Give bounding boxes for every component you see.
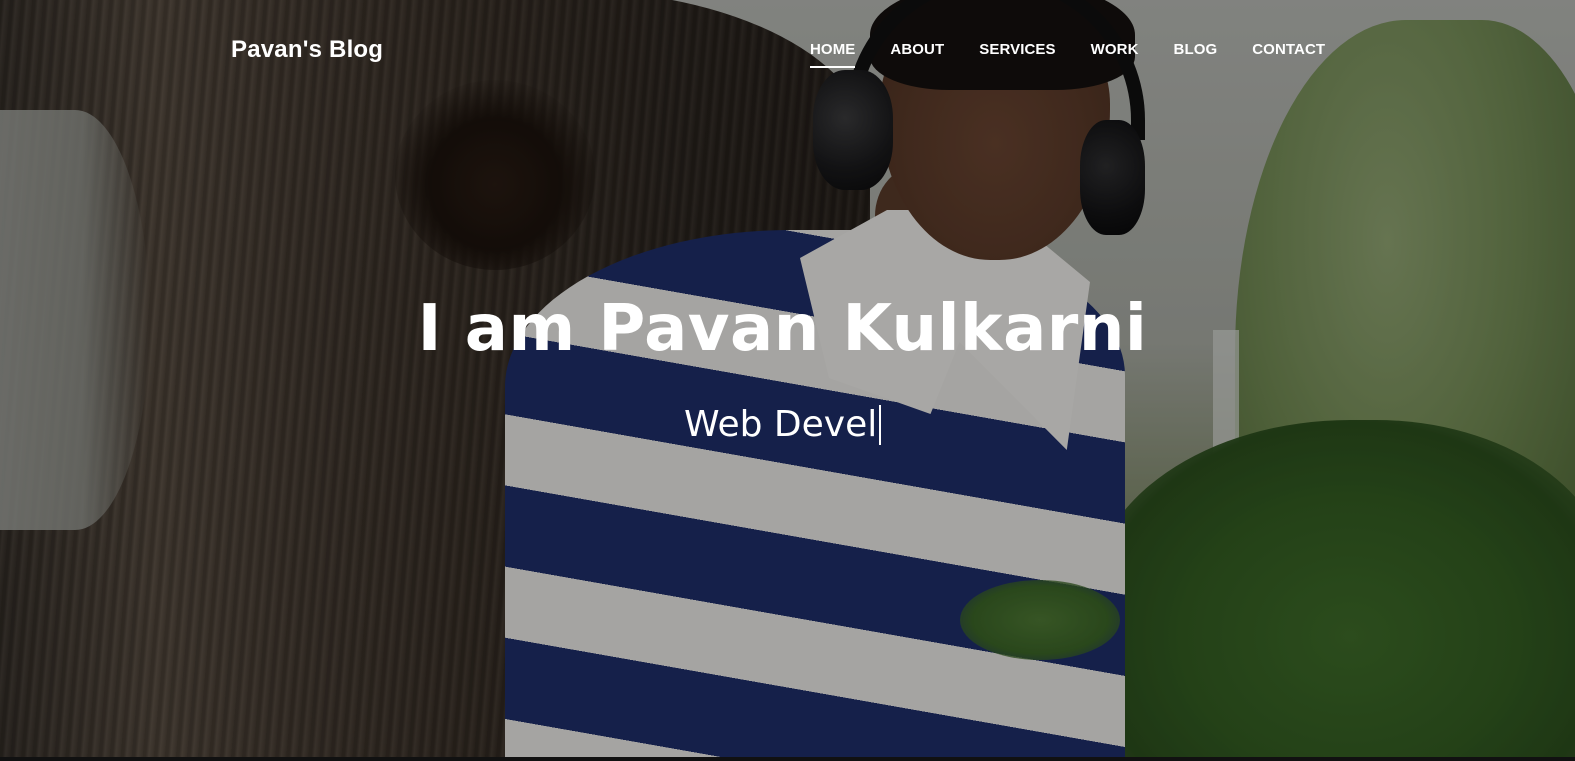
- hero-section: Pavan's Blog HOME ABOUT SERVICES WORK BL…: [0, 0, 1575, 761]
- site-logo[interactable]: Pavan's Blog: [231, 36, 383, 64]
- dark-overlay: [0, 0, 1575, 761]
- nav-item-contact[interactable]: CONTACT: [1252, 41, 1325, 68]
- bottom-border: [0, 757, 1575, 761]
- main-nav: HOME ABOUT SERVICES WORK BLOG CONTACT: [810, 41, 1325, 68]
- nav-item-work[interactable]: WORK: [1091, 41, 1139, 68]
- typed-subtitle: Web Devel: [684, 404, 882, 445]
- nav-item-services[interactable]: SERVICES: [979, 41, 1055, 68]
- hero-title: I am Pavan Kulkarni: [417, 292, 1148, 366]
- nav-item-about[interactable]: ABOUT: [890, 41, 944, 68]
- nav-item-home[interactable]: HOME: [810, 41, 856, 68]
- typing-cursor: [879, 404, 882, 445]
- typed-text: Web Devel: [684, 404, 878, 445]
- nav-item-blog[interactable]: BLOG: [1174, 41, 1218, 68]
